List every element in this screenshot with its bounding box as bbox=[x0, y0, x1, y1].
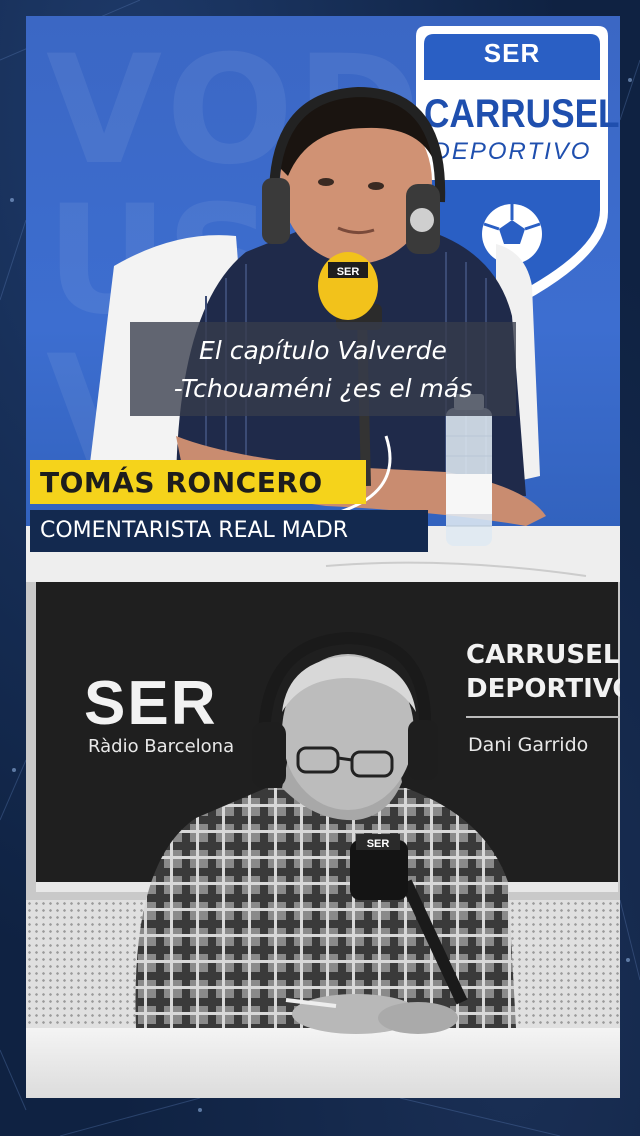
speaker-name: TOMÁS RONCERO bbox=[40, 466, 323, 499]
lower-third-role-plate: COMENTARISTA REAL MADR bbox=[30, 510, 428, 552]
speaker-role: COMENTARISTA REAL MADR bbox=[40, 518, 349, 543]
commentator-bottom-photo: SER bbox=[135, 631, 516, 1034]
subtitle-line-1: El capítulo Valverde bbox=[199, 336, 447, 365]
top-video-panel: V O D U S V SER CARRUSEL DEPORTIVO bbox=[26, 16, 620, 582]
bottom-video-panel: SER Ràdio Barcelona CARRUSEL DEPORTIVO D… bbox=[26, 582, 620, 1098]
lower-third-name-plate: TOMÁS RONCERO bbox=[30, 460, 366, 504]
subtitle-line-2: -Tchouaméni ¿es el más bbox=[173, 374, 473, 403]
mic-flag-bottom: SER bbox=[367, 838, 390, 850]
subtitle-caption: El capítulo Valverde -Tchouaméni ¿es el … bbox=[130, 322, 516, 416]
mic-flag-top: SER bbox=[337, 266, 360, 278]
